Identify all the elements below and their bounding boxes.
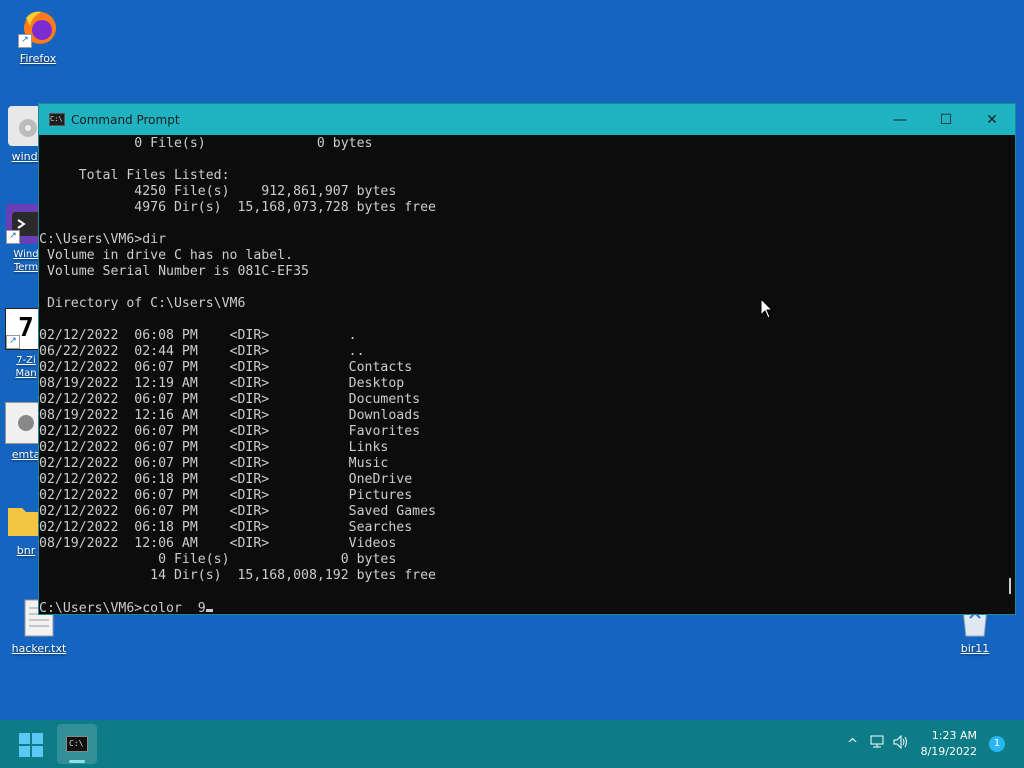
clock-time: 1:23 AM: [931, 729, 977, 742]
maximize-button[interactable]: ☐: [923, 104, 969, 135]
console-line: 0 File(s) 0 bytes: [39, 136, 373, 151]
minimize-button[interactable]: —: [877, 104, 923, 135]
desktop-icon-label: hacker.txt: [11, 642, 67, 655]
prompt-text: C:\Users\VM6>color 9: [39, 601, 206, 614]
console-line: 08/19/2022 12:19 AM <DIR> Desktop: [39, 376, 405, 391]
console-line: 02/12/2022 06:07 PM <DIR> Documents: [39, 392, 421, 407]
console-line: Volume Serial Number is 081C-EF35: [39, 264, 309, 279]
desktop-icon-label: bir11: [960, 642, 990, 655]
console-line: 02/12/2022 06:07 PM <DIR> Links: [39, 440, 389, 455]
mouse-pointer-icon: [760, 298, 774, 319]
taskbar: C:\ ^ 1:23 AM 8/19/2022 1: [0, 720, 1024, 768]
text-cursor: [205, 609, 213, 612]
notification-badge[interactable]: 1: [989, 736, 1005, 752]
window-title: Command Prompt: [71, 112, 180, 127]
clock[interactable]: 1:23 AM 8/19/2022: [921, 728, 977, 760]
cmd-taskbar-icon: C:\: [66, 736, 88, 752]
system-tray: ^ 1:23 AM 8/19/2022 1: [841, 720, 1024, 768]
close-button[interactable]: ✕: [969, 104, 1015, 135]
network-icon[interactable]: [865, 735, 889, 753]
console-line: 4250 File(s) 912,861,907 bytes: [39, 184, 397, 199]
console-line: 08/19/2022 12:16 AM <DIR> Downloads: [39, 408, 421, 423]
vertical-scrollbar[interactable]: [1003, 135, 1015, 614]
scrollbar-thumb[interactable]: [1009, 578, 1011, 594]
taskbar-command-prompt[interactable]: C:\: [57, 724, 97, 764]
console-line: C:\Users\VM6>dir: [39, 232, 167, 247]
console-line: 4976 Dir(s) 15,168,073,728 bytes free: [39, 200, 436, 215]
console-line: Directory of C:\Users\VM6: [39, 296, 246, 311]
desktop-icon-label: Firefox: [19, 52, 57, 65]
console-line: 02/12/2022 06:18 PM <DIR> OneDrive: [39, 472, 413, 487]
active-indicator: [69, 760, 85, 763]
clock-date: 8/19/2022: [920, 745, 977, 758]
windows-logo-icon: [19, 733, 30, 744]
console-line: 0 File(s) 0 bytes: [39, 552, 397, 567]
firefox-icon: ↗: [18, 8, 58, 48]
volume-icon[interactable]: [889, 734, 913, 753]
command-prompt-window[interactable]: C:\ Command Prompt — ☐ ✕ 0 File(s) 0 byt…: [38, 103, 1016, 615]
console-line: 02/12/2022 06:07 PM <DIR> Saved Games: [39, 504, 436, 519]
prompt-line[interactable]: C:\Users\VM6>color 9: [39, 600, 1003, 614]
console-line: 08/19/2022 12:06 AM <DIR> Videos: [39, 536, 397, 551]
shortcut-arrow-icon: ↗: [6, 230, 20, 244]
shortcut-arrow-icon: ↗: [18, 34, 32, 48]
console-output[interactable]: 0 File(s) 0 bytes Total Files Listed: 42…: [39, 135, 1003, 614]
console-line: 14 Dir(s) 15,168,008,192 bytes free: [39, 568, 436, 583]
chevron-up-icon[interactable]: ^: [841, 737, 865, 752]
console-text: 0 File(s) 0 bytes Total Files Listed: 42…: [39, 135, 1003, 600]
console-line: 02/12/2022 06:07 PM <DIR> Contacts: [39, 360, 413, 375]
console-line: 02/12/2022 06:07 PM <DIR> Pictures: [39, 488, 413, 503]
console-line: 02/12/2022 06:07 PM <DIR> Favorites: [39, 424, 421, 439]
console-line: Volume in drive C has no label.: [39, 248, 294, 263]
console-line: 02/12/2022 06:18 PM <DIR> Searches: [39, 520, 413, 535]
desktop-icon-firefox[interactable]: ↗ Firefox: [2, 8, 74, 65]
console-line: Total Files Listed:: [39, 168, 230, 183]
console-line: 02/12/2022 06:08 PM <DIR> .: [39, 328, 357, 343]
title-bar[interactable]: C:\ Command Prompt — ☐ ✕: [39, 104, 1015, 135]
console-line: 06/22/2022 02:44 PM <DIR> ..: [39, 344, 365, 359]
shortcut-arrow-icon: ↗: [6, 335, 20, 349]
cmd-app-icon: C:\: [49, 113, 65, 126]
console-line: 02/12/2022 06:07 PM <DIR> Music: [39, 456, 389, 471]
start-button[interactable]: [19, 733, 43, 757]
